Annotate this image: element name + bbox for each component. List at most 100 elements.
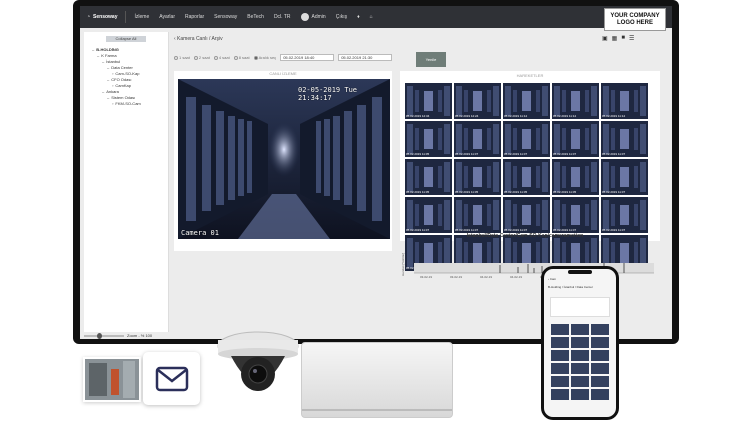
mobile-phone: ‹ Cam B-Holding / İstanbul / Data Center: [541, 266, 619, 420]
motion-thumbnail[interactable]: 05.02.2019 11:07: [601, 197, 648, 233]
chart-tick: 03-02-19: [450, 275, 462, 279]
expand-icon: –: [102, 89, 105, 94]
motion-thumbnail[interactable]: 05.02.2019 11:12: [552, 83, 599, 119]
motion-thumbnail[interactable]: 05.02.2019 11:07: [454, 197, 501, 233]
motion-thumbnail[interactable]: 05.02.2019 11:05: [405, 159, 452, 195]
motion-chart: İstanbul/Data Center/Cam-SO-Kap/cameramo…: [400, 233, 664, 293]
filter-4h[interactable]: 4 saat: [213, 55, 230, 60]
motion-thumbnail[interactable]: 05.02.2019 11:05: [552, 159, 599, 195]
phone-thumbnail[interactable]: [571, 324, 589, 335]
brand-name: Sensoway: [93, 14, 118, 20]
phone-thumbnail[interactable]: [551, 324, 569, 335]
top-navbar: ◔ Sensoway İzleme Ayarlar Raporlar Senso…: [80, 6, 672, 28]
phone-thumbnail[interactable]: [591, 389, 609, 400]
brand[interactable]: ◔ Sensoway: [80, 14, 125, 20]
thumbnail-timestamp: 05.02.2019 11:07: [553, 228, 577, 232]
thumbnail-timestamp: 05.02.2019 11:07: [406, 228, 430, 232]
phone-thumbnail[interactable]: [591, 337, 609, 348]
camera-icon: ▫: [112, 101, 114, 106]
filter-range[interactable]: Aralık seç: [253, 55, 276, 60]
phone-thumbnail[interactable]: [591, 324, 609, 335]
motion-thumbnail[interactable]: 05.02.2019 11:07: [601, 121, 648, 157]
motion-thumbnail[interactable]: 05.02.2019 11:07: [601, 159, 648, 195]
thumbnail-timestamp: 05.02.2019 12:24: [455, 114, 479, 118]
motion-thumbnail[interactable]: 05.02.2019 11:07: [552, 121, 599, 157]
phone-header[interactable]: ‹ Cam: [548, 277, 556, 281]
expand-icon: –: [107, 95, 110, 100]
list-view-icon[interactable]: ▣: [602, 35, 608, 42]
nav-language[interactable]: Dcl. TR: [274, 14, 291, 20]
dome-camera: [213, 326, 303, 406]
nav-ayarlar[interactable]: Ayarlar: [159, 14, 175, 20]
phone-thumbnail[interactable]: [571, 337, 589, 348]
refresh-button[interactable]: Yenile: [416, 52, 446, 67]
single-view-icon[interactable]: ■: [621, 35, 625, 42]
time-filter: 1 saat 2 saat 4 saat 8 saat Aralık seç 0…: [174, 54, 393, 61]
nav-sensoway[interactable]: Sensoway: [214, 14, 237, 20]
live-video[interactable]: 02-05-2019 Tue 21:34:17 Camera 01: [178, 79, 390, 239]
breadcrumb[interactable]: ‹ Kamera Canlı / Arşiv: [174, 36, 223, 42]
phone-thumbnail[interactable]: [591, 376, 609, 387]
filter-1h[interactable]: 1 saat: [174, 55, 190, 60]
thumbnail-timestamp: 05.02.2019 11:12: [553, 114, 577, 118]
tree-item[interactable]: ▫ FKM-SO-Cam: [84, 101, 168, 107]
server-room-image: [178, 79, 390, 239]
nav-raporlar[interactable]: Raporlar: [185, 14, 204, 20]
thumbnail-timestamp: 05.02.2019 11:05: [406, 190, 430, 194]
motion-thumbnail[interactable]: 05.02.2019 12:34: [405, 83, 452, 119]
motion-thumbnail[interactable]: 05.02.2019 11:05: [405, 121, 452, 157]
motion-thumbnail[interactable]: 05.02.2019 11:07: [552, 197, 599, 233]
phone-thumbnail[interactable]: [551, 350, 569, 361]
bell-icon[interactable]: ♦: [357, 14, 360, 20]
date-from-input[interactable]: 05.02.2019 18:40: [280, 54, 335, 61]
thumbnail-timestamp: 05.02.2019 11:05: [553, 190, 577, 194]
motion-thumbnail[interactable]: 05.02.2019 11:07: [503, 121, 550, 157]
view-mode-toolbar: ▣ ▦ ■ ☰: [602, 35, 634, 42]
brand-icon: ◔: [87, 14, 91, 20]
nvr-edge: [302, 409, 452, 411]
live-title: CANLI İZLEME: [269, 71, 297, 76]
thumbnail-timestamp: 05.02.2019 11:12: [504, 114, 528, 118]
phone-thumbnail[interactable]: [551, 389, 569, 400]
date-to-input[interactable]: 05.02.2019 21:30: [338, 54, 393, 61]
email-notification[interactable]: [143, 352, 200, 405]
motion-thumbnail[interactable]: 05.02.2019 12:24: [454, 83, 501, 119]
home-icon[interactable]: ⌂: [370, 14, 373, 20]
user-menu[interactable]: Admin: [300, 13, 326, 21]
logo-line2: LOGO HERE: [616, 20, 653, 26]
phone-thumbnail[interactable]: [571, 376, 589, 387]
phone-thumbnail[interactable]: [591, 363, 609, 374]
phone-card: [550, 297, 610, 317]
phone-thumbnail[interactable]: [571, 363, 589, 374]
nav-betech[interactable]: BeTech: [247, 14, 264, 20]
phone-thumbnail[interactable]: [591, 350, 609, 361]
motion-thumbnail[interactable]: 05.02.2019 11:05: [503, 159, 550, 195]
collapse-all-button[interactable]: Collapse All: [106, 36, 146, 42]
logout-link[interactable]: Çıkış: [336, 14, 347, 20]
zoom-thumb[interactable]: [97, 332, 102, 339]
filter-2h[interactable]: 2 saat: [193, 55, 210, 60]
expand-icon: –: [97, 53, 100, 58]
grid-view-icon[interactable]: ▦: [612, 35, 618, 42]
thumbnail-timestamp: 05.02.2019 11:05: [455, 190, 479, 194]
motion-thumbnail[interactable]: 05.02.2019 11:07: [454, 121, 501, 157]
menu-icon[interactable]: ☰: [629, 35, 634, 42]
thumbnail-timestamp: 05.02.2019 11:07: [504, 152, 528, 156]
chart-tick: 04-02-19: [510, 275, 522, 279]
phone-thumbnail[interactable]: [571, 350, 589, 361]
phone-thumbnail[interactable]: [551, 337, 569, 348]
tree-item-label: FKM-SO-Cam: [115, 101, 141, 106]
zoom-slider[interactable]: [84, 332, 124, 339]
motion-thumbnail[interactable]: 05.02.2019 11:07: [503, 197, 550, 233]
filter-8h[interactable]: 8 saat: [233, 55, 250, 60]
motion-thumbnail[interactable]: 05.02.2019 11:12: [503, 83, 550, 119]
phone-thumbnail[interactable]: [551, 376, 569, 387]
motion-thumbnail[interactable]: 05.02.2019 11:07: [405, 197, 452, 233]
phone-thumbnail[interactable]: [551, 363, 569, 374]
motion-thumbnail[interactable]: 05.02.2019 11:05: [454, 159, 501, 195]
motion-thumbnail[interactable]: 05.02.2019 11:12: [601, 83, 648, 119]
thumbnail-timestamp: 05.02.2019 11:07: [602, 152, 626, 156]
phone-thumbnail[interactable]: [571, 389, 589, 400]
nav-izleme[interactable]: İzleme: [135, 14, 150, 20]
camera-snapshot: [85, 359, 139, 400]
